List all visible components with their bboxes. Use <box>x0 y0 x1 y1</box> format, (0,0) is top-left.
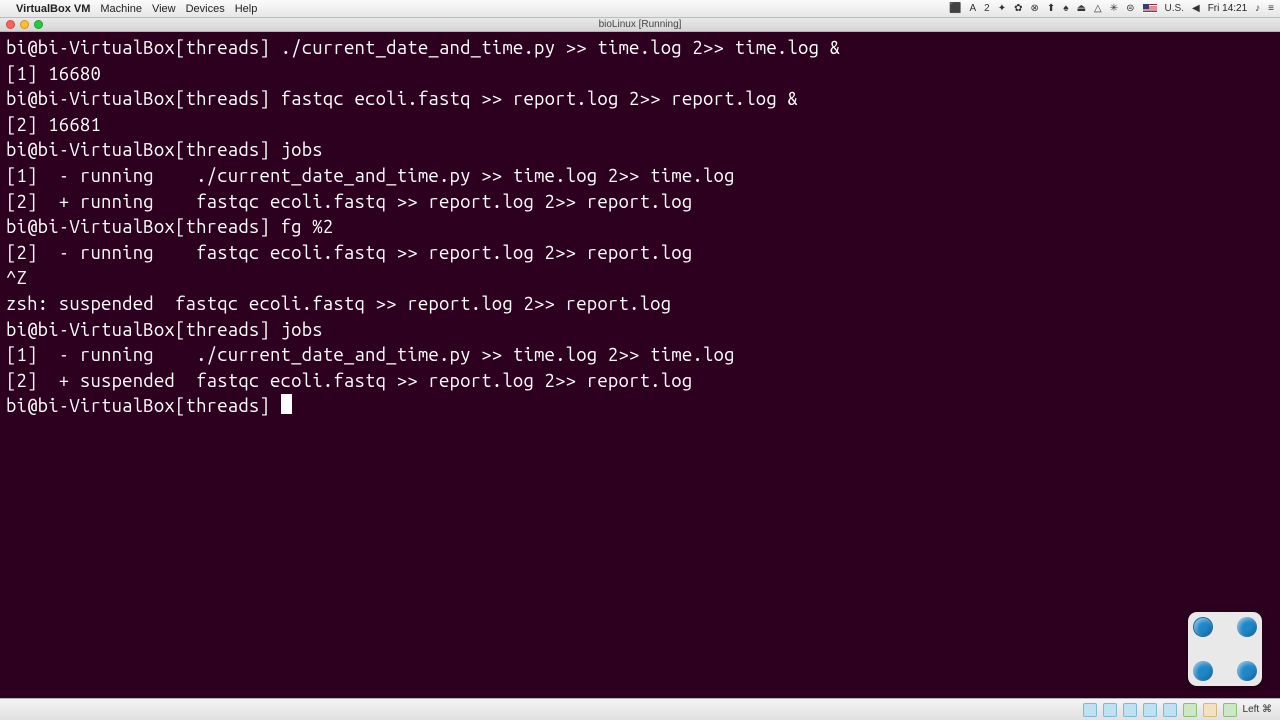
prompt-dir: [threads] <box>175 396 270 416</box>
status-dropbox-icon[interactable]: ⬛ <box>949 3 961 14</box>
window-controls <box>6 20 43 29</box>
vm-window-title: bioLinux [Running] <box>599 19 682 30</box>
status-up-icon[interactable]: ⬆ <box>1047 3 1055 14</box>
prompt-dir: [threads] <box>175 217 270 237</box>
term-line: fastqc ecoli.fastq >> report.log 2>> rep… <box>281 89 798 109</box>
status-x-icon[interactable]: ⊗ <box>1031 3 1039 14</box>
term-line: [2] 16681 <box>6 115 101 135</box>
prompt-user: bi@bi-VirtualBox <box>6 217 175 237</box>
close-button[interactable] <box>6 20 15 29</box>
term-line: [1] - running ./current_date_and_time.py… <box>6 166 735 186</box>
menu-view[interactable]: View <box>152 3 176 15</box>
status-bluetooth-icon[interactable]: ✳ <box>1110 3 1118 14</box>
menu-right: ⬛ A 2 ✦ ✿ ⊗ ⬆ ♠ ⏏ △ ✳ ⊜ U.S. ◀ Fri 14:21… <box>949 3 1274 14</box>
menu-devices[interactable]: Devices <box>186 3 225 15</box>
menu-app-name[interactable]: VirtualBox VM <box>16 3 90 15</box>
vb-dot-icon <box>1193 661 1213 681</box>
terminal[interactable]: bi@bi-VirtualBox[threads] ./current_date… <box>0 32 1280 698</box>
status-wifi-icon[interactable]: ⊜ <box>1126 3 1134 14</box>
cursor-icon <box>281 394 292 414</box>
status-shared-icon[interactable] <box>1163 703 1177 717</box>
status-spade-icon[interactable]: ♠ <box>1063 3 1068 14</box>
status-mouse-icon[interactable] <box>1203 703 1217 717</box>
hostkey-label: Left ⌘ <box>1243 704 1272 715</box>
vb-indicator-icon[interactable] <box>1188 612 1262 686</box>
term-line: ^Z <box>6 268 27 288</box>
status-adobe-icon[interactable]: A <box>969 3 976 14</box>
vm-statusbar: Left ⌘ <box>0 698 1280 720</box>
prompt-dir: [threads] <box>175 320 270 340</box>
status-sync-icon[interactable]: ✦ <box>998 3 1006 14</box>
status-volume-icon[interactable]: ◀ <box>1192 3 1200 14</box>
vm-titlebar: bioLinux [Running] <box>0 18 1280 32</box>
status-user-icon[interactable]: ♪ <box>1255 3 1260 14</box>
status-eject-icon[interactable]: ⏏ <box>1077 3 1086 14</box>
status-num-icon[interactable]: 2 <box>984 3 990 14</box>
term-line: fg %2 <box>281 217 334 237</box>
status-net-icon[interactable] <box>1123 703 1137 717</box>
status-menu-icon[interactable]: ≡ <box>1268 3 1274 14</box>
prompt-user: bi@bi-VirtualBox <box>6 320 175 340</box>
status-disk-icon[interactable] <box>1083 703 1097 717</box>
term-line: jobs <box>281 140 323 160</box>
prompt-user: bi@bi-VirtualBox <box>6 396 175 416</box>
menu-left: VirtualBox VM Machine View Devices Help <box>6 3 257 15</box>
vb-dot-icon <box>1237 661 1257 681</box>
prompt-dir: [threads] <box>175 38 270 58</box>
menu-help[interactable]: Help <box>235 3 258 15</box>
status-optical-icon[interactable] <box>1103 703 1117 717</box>
status-flower-icon[interactable]: ✿ <box>1014 3 1022 14</box>
prompt-dir: [threads] <box>175 140 270 160</box>
menu-machine[interactable]: Machine <box>100 3 142 15</box>
prompt-dir: [threads] <box>175 89 270 109</box>
term-line: [1] - running ./current_date_and_time.py… <box>6 345 735 365</box>
minimize-button[interactable] <box>20 20 29 29</box>
status-triangle-icon[interactable]: △ <box>1094 3 1102 14</box>
vb-dot-icon <box>1193 617 1213 637</box>
menubar-clock[interactable]: Fri 14:21 <box>1208 3 1247 14</box>
vb-dot-icon <box>1237 617 1257 637</box>
prompt-user: bi@bi-VirtualBox <box>6 89 175 109</box>
zoom-button[interactable] <box>34 20 43 29</box>
term-line: [2] - running fastqc ecoli.fastq >> repo… <box>6 243 692 263</box>
term-line: [2] + running fastqc ecoli.fastq >> repo… <box>6 192 692 212</box>
status-display-icon[interactable] <box>1183 703 1197 717</box>
term-line: [2] + suspended fastqc ecoli.fastq >> re… <box>6 371 692 391</box>
term-line: [1] 16680 <box>6 64 101 84</box>
status-input-label[interactable]: U.S. <box>1165 3 1184 14</box>
mac-menubar: VirtualBox VM Machine View Devices Help … <box>0 0 1280 18</box>
term-line: ./current_date_and_time.py >> time.log 2… <box>281 38 841 58</box>
term-line: zsh: suspended fastqc ecoli.fastq >> rep… <box>6 294 671 314</box>
prompt-user: bi@bi-VirtualBox <box>6 140 175 160</box>
term-line: jobs <box>281 320 323 340</box>
prompt-user: bi@bi-VirtualBox <box>6 38 175 58</box>
status-rec-icon[interactable] <box>1223 703 1237 717</box>
status-flag-icon[interactable] <box>1143 4 1157 13</box>
status-usb-icon[interactable] <box>1143 703 1157 717</box>
